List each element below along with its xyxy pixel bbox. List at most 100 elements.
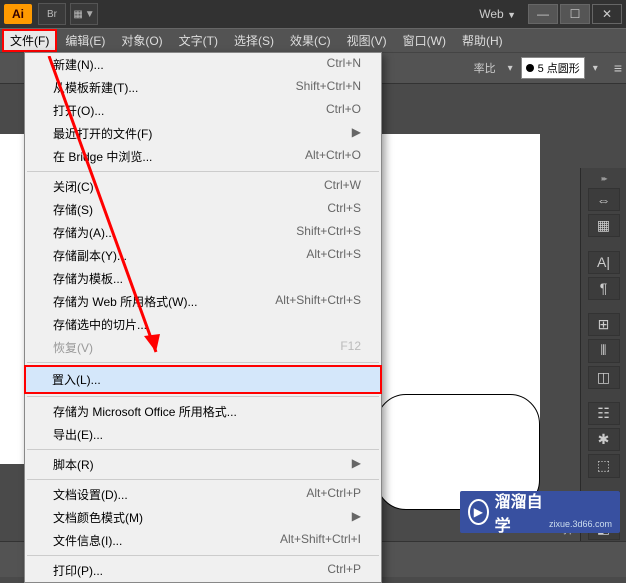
artboards-panel-icon[interactable]: ☷ (588, 402, 620, 425)
menu-effect[interactable]: 效果(C) (282, 29, 339, 52)
menu-separator (27, 449, 379, 450)
menu-item-label: 在 Bridge 中浏览... (53, 148, 305, 165)
menu-item: 恢复(V)F12 (25, 336, 381, 359)
menu-item[interactable]: 在 Bridge 中浏览...Alt+Ctrl+O (25, 145, 381, 168)
paragraph-panel-icon[interactable]: ¶ (588, 277, 620, 300)
app-logo: Ai (4, 4, 32, 24)
menu-item[interactable]: 文件信息(I)...Alt+Shift+Ctrl+I (25, 529, 381, 552)
workspace-label[interactable]: Web ▼ (479, 7, 516, 21)
info-panel-icon[interactable]: ▦ (588, 214, 620, 237)
menu-item-label: 存储为模板... (53, 270, 361, 287)
menu-item[interactable]: 脚本(R) ▶ (25, 453, 381, 476)
menu-item-label: 打开(O)... (53, 102, 326, 119)
menu-item[interactable]: 存储副本(Y)...Alt+Ctrl+S (25, 244, 381, 267)
minimize-button[interactable]: — (528, 4, 558, 24)
watermark-text: 溜溜自学 (495, 488, 543, 536)
menu-item[interactable]: 文档设置(D)...Alt+Ctrl+P (25, 483, 381, 506)
menu-separator (27, 555, 379, 556)
menu-item[interactable]: 从模板新建(T)...Shift+Ctrl+N (25, 76, 381, 99)
align-panel-icon[interactable]: ⫴ (588, 339, 620, 362)
menu-help[interactable]: 帮助(H) (454, 29, 511, 52)
menu-item-label: 存储副本(Y)... (53, 247, 306, 264)
menu-separator (27, 171, 379, 172)
menu-item[interactable]: 文档颜色模式(M) ▶ (25, 506, 381, 529)
play-icon: ▶ (468, 499, 489, 525)
links-panel-icon[interactable]: ⇔ (588, 188, 620, 211)
menu-item-label: 存储选中的切片... (53, 316, 361, 333)
menu-item-label: 存储为 Microsoft Office 所用格式... (53, 403, 361, 420)
menu-item-shortcut: Ctrl+P (327, 562, 361, 579)
transform-panel-icon[interactable]: ⊞ (588, 313, 620, 336)
close-button[interactable]: ✕ (592, 4, 622, 24)
menu-item-shortcut: Ctrl+W (324, 178, 361, 195)
menu-item-label: 恢复(V) (53, 339, 340, 356)
menu-item-shortcut: Alt+Ctrl+S (306, 247, 361, 264)
menu-item-label: 文档颜色模式(M) (53, 509, 344, 526)
ratio-label: 率比 (474, 60, 496, 76)
menu-item-label: 文档设置(D)... (53, 486, 306, 503)
ratio-dropdown-icon[interactable]: ▾ (508, 63, 513, 74)
menu-select[interactable]: 选择(S) (226, 29, 282, 52)
menu-item-label: 导出(E)... (53, 426, 361, 443)
menu-item[interactable]: 关闭(C)Ctrl+W (25, 175, 381, 198)
menu-bar: 文件(F) 编辑(E) 对象(O) 文字(T) 选择(S) 效果(C) 视图(V… (0, 28, 626, 52)
character-panel-icon[interactable]: A| (588, 251, 620, 274)
symbols-panel-icon[interactable]: ✱ (588, 428, 620, 451)
menu-item-label: 脚本(R) (53, 456, 344, 473)
menu-item[interactable]: 存储为 Microsoft Office 所用格式... (25, 400, 381, 423)
title-bar: Ai Br ▦▼ Web ▼ — ☐ ✕ (0, 0, 626, 28)
menu-item[interactable]: 存储为模板... (25, 267, 381, 290)
menu-view[interactable]: 视图(V) (339, 29, 395, 52)
menu-item-shortcut: F12 (340, 339, 361, 356)
menu-item[interactable]: 打开(O)...Ctrl+O (25, 99, 381, 122)
panel-expand-handle[interactable] (584, 174, 624, 182)
file-dropdown-menu: 新建(N)...Ctrl+N从模板新建(T)...Shift+Ctrl+N打开(… (24, 52, 382, 583)
menu-item[interactable]: 新建(N)...Ctrl+N (25, 53, 381, 76)
menu-item-label: 存储(S) (53, 201, 327, 218)
menu-item-shortcut: Alt+Shift+Ctrl+I (280, 532, 361, 549)
menu-type[interactable]: 文字(T) (171, 29, 226, 52)
menu-item-label: 文件信息(I)... (53, 532, 280, 549)
menu-item[interactable]: 最近打开的文件(F) ▶ (25, 122, 381, 145)
dot-icon (526, 64, 534, 72)
menu-item[interactable]: 导出(E)... (25, 423, 381, 446)
menu-item-shortcut: Alt+Shift+Ctrl+S (275, 293, 361, 310)
menu-item-shortcut: Ctrl+O (326, 102, 361, 119)
menu-item[interactable]: 置入(L)... (24, 365, 382, 394)
menu-item-shortcut: Ctrl+S (327, 201, 361, 218)
submenu-arrow-icon: ▶ (352, 125, 361, 142)
maximize-button[interactable]: ☐ (560, 4, 590, 24)
menu-item-label: 存储为 Web 所用格式(W)... (53, 293, 275, 310)
menu-window[interactable]: 窗口(W) (395, 29, 454, 52)
css-panel-icon[interactable]: ⬚ (588, 454, 620, 477)
menu-item-shortcut: Shift+Ctrl+N (296, 79, 361, 96)
pathfinder-panel-icon[interactable]: ◫ (588, 366, 620, 389)
menu-item-shortcut: Shift+Ctrl+S (296, 224, 361, 241)
arrange-documents-button[interactable]: ▦▼ (70, 3, 98, 25)
menu-item-label: 存储为(A)... (53, 224, 296, 241)
menu-item-label: 最近打开的文件(F) (53, 125, 344, 142)
menu-item-label: 打印(P)... (53, 562, 327, 579)
watermark-badge: ▶ 溜溜自学 zixue.3d66.com (460, 491, 620, 533)
stroke-dropdown-icon[interactable]: ▾ (593, 63, 598, 74)
panel-menu-icon[interactable]: ≡ (614, 60, 622, 76)
stroke-select-label: 5 点圆形 (538, 60, 580, 76)
menu-file[interactable]: 文件(F) (2, 29, 57, 52)
menu-item[interactable]: 存储选中的切片... (25, 313, 381, 336)
menu-separator (27, 396, 379, 397)
menu-item[interactable]: 存储为(A)...Shift+Ctrl+S (25, 221, 381, 244)
submenu-arrow-icon: ▶ (352, 509, 361, 526)
menu-object[interactable]: 对象(O) (113, 29, 170, 52)
menu-edit[interactable]: 编辑(E) (57, 29, 113, 52)
watermark-url: zixue.3d66.com (549, 519, 612, 529)
menu-item-label: 置入(L)... (52, 371, 362, 388)
bridge-button[interactable]: Br (38, 3, 66, 25)
menu-separator (27, 362, 379, 363)
menu-item[interactable]: 存储(S)Ctrl+S (25, 198, 381, 221)
menu-item-shortcut: Alt+Ctrl+O (305, 148, 361, 165)
stroke-profile-select[interactable]: 5 点圆形 (521, 57, 585, 79)
submenu-arrow-icon: ▶ (352, 456, 361, 473)
menu-item[interactable]: 存储为 Web 所用格式(W)...Alt+Shift+Ctrl+S (25, 290, 381, 313)
menu-item-label: 新建(N)... (53, 56, 327, 73)
menu-item[interactable]: 打印(P)...Ctrl+P (25, 559, 381, 582)
